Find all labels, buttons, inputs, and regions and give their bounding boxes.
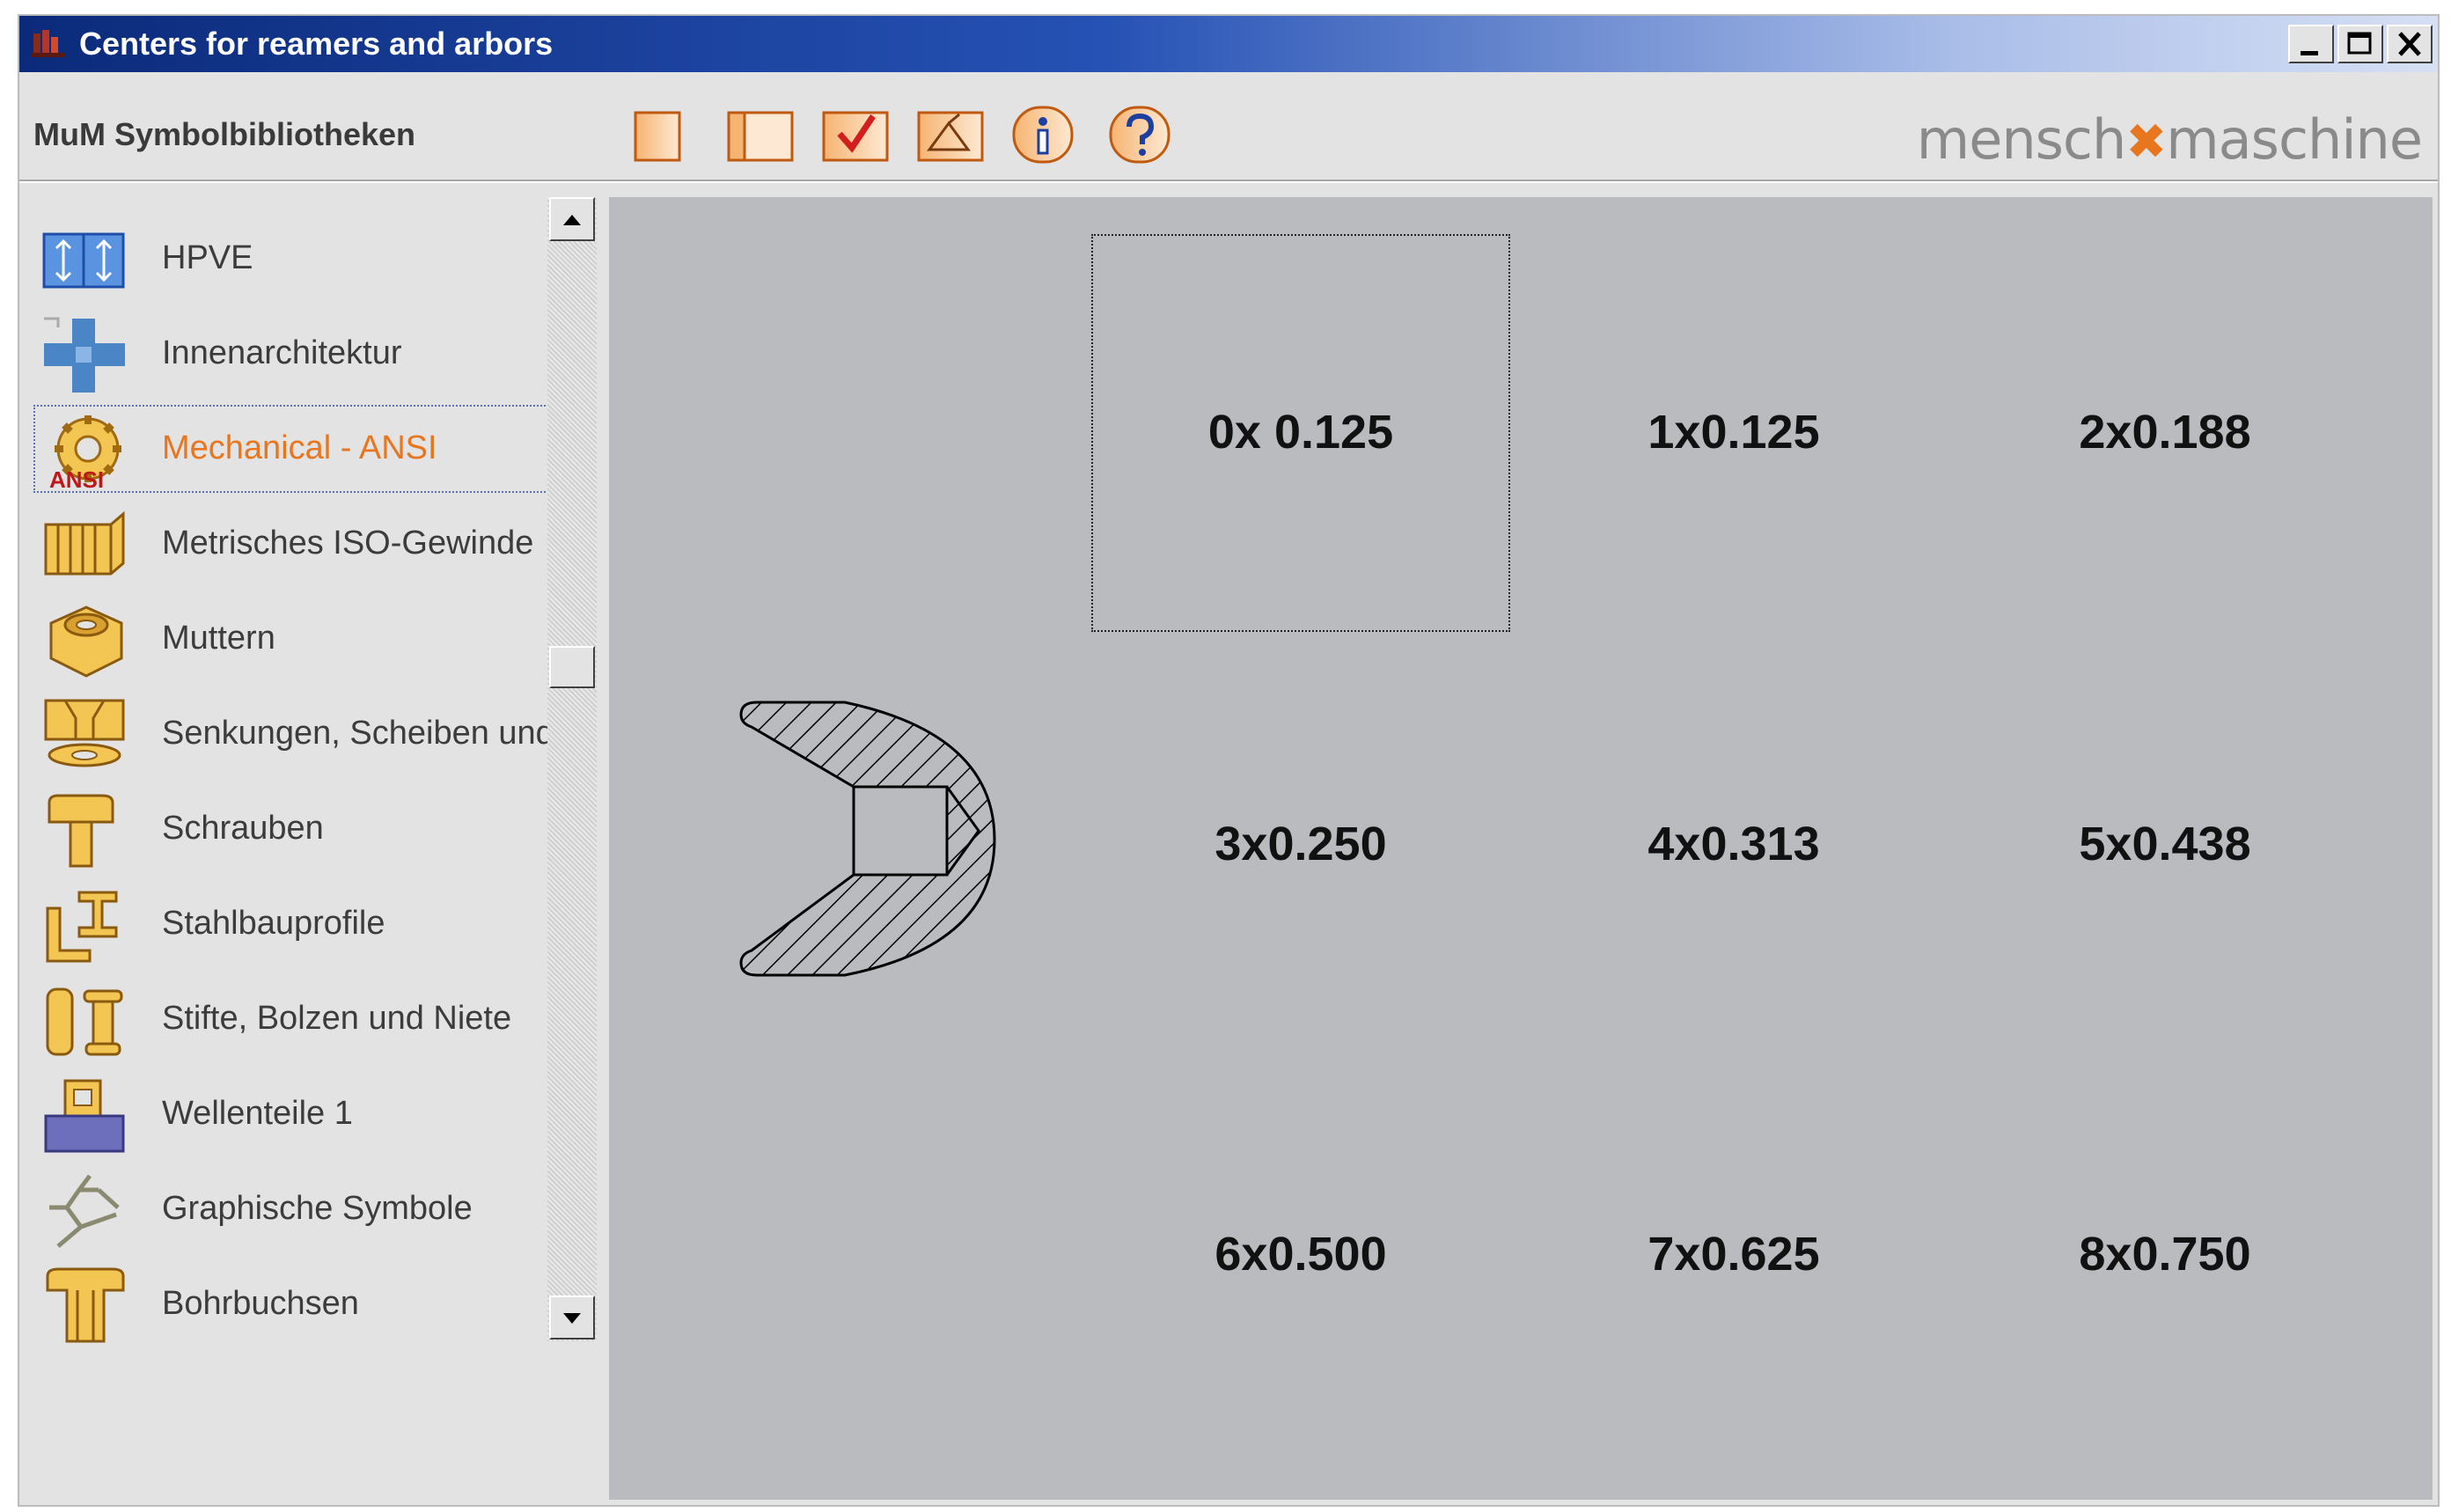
graphic-symbols-icon (49, 1174, 120, 1248)
minimize-icon (2301, 51, 2318, 55)
cell-6[interactable]: 6x0.500 (1214, 1227, 1386, 1281)
nut-icon (49, 606, 123, 678)
brand-right: maschine (2166, 107, 2423, 172)
cell-2[interactable]: 2x0.188 (2079, 405, 2250, 459)
sidebar-item-label: Graphische Symbole (162, 1190, 473, 1227)
hpve-icon (42, 232, 125, 289)
minimize-button[interactable] (2288, 25, 2334, 63)
sidebar-item-label: Senkungen, Scheiben und Du (162, 715, 549, 752)
info-icon[interactable] (1010, 104, 1075, 165)
sidebar-item-hpve[interactable]: HPVE (33, 215, 553, 303)
cell-4[interactable]: 4x0.313 (1647, 817, 1819, 871)
sidebar-item-label: Innenarchitektur (162, 334, 402, 371)
maximize-button[interactable] (2337, 25, 2383, 63)
drill-bushing-icon (46, 1267, 125, 1343)
sidebar-item-label: Schrauben (162, 810, 324, 847)
close-button[interactable] (2387, 25, 2433, 63)
sidebar-item-graphische-symbole[interactable]: Graphische Symbole (33, 1165, 553, 1253)
check-icon[interactable] (820, 104, 891, 165)
sidebar-item-label: Bohrbuchsen (162, 1285, 359, 1322)
sidebar-item-label: Stahlbauprofile (162, 905, 385, 942)
cell-7[interactable]: 7x0.625 (1647, 1227, 1819, 1281)
app-icon (32, 30, 65, 57)
sidebar-item-label: Stifte, Bolzen und Niete (162, 1000, 512, 1037)
maximize-icon (2347, 32, 2372, 55)
symbol-library-window: Centers for reamers and arbors MuM Symbo… (18, 14, 2440, 1507)
scroll-down-button[interactable] (549, 1295, 595, 1340)
cell-0[interactable]: 0x 0.125 (1208, 405, 1393, 459)
brand-logo: mensch✖maschine (1916, 107, 2423, 172)
sidebar-item-label: Mechanical - ANSI (162, 429, 437, 466)
sidebar-item-mechanical-ansi[interactable]: ANSI Mechanical - ANSI (33, 405, 553, 493)
scroll-thumb[interactable] (549, 646, 595, 688)
sidebar-item-stifte[interactable]: Stifte, Bolzen und Niete (33, 975, 553, 1063)
two-panel-icon[interactable] (725, 104, 796, 165)
sidebar-item-label: Muttern (162, 620, 275, 657)
toolbar-label: MuM Symbolbibliotheken (33, 116, 416, 152)
single-page-icon[interactable] (630, 104, 686, 165)
sidebar-item-wellenteile[interactable]: Wellenteile 1 (33, 1070, 553, 1158)
sidebar-item-schrauben[interactable]: Schrauben (33, 785, 553, 873)
brand-x-icon: ✖ (2125, 114, 2167, 171)
sidebar-item-stahlbauprofile[interactable]: Stahlbauprofile (33, 880, 553, 968)
arrow-down-icon (563, 1313, 581, 1324)
sidebar-item-label: Wellenteile 1 (162, 1095, 353, 1132)
sidebar-item-bohrbuchsen[interactable]: Bohrbuchsen (33, 1260, 553, 1348)
cell-3[interactable]: 3x0.250 (1214, 817, 1386, 871)
cell-1[interactable]: 1x0.125 (1647, 405, 1819, 459)
iso-thread-icon (44, 510, 125, 576)
sidebar-item-muttern[interactable]: Muttern (33, 595, 553, 683)
sidebar-item-innenarchitektur[interactable]: Innenarchitektur (33, 310, 553, 398)
sidebar-item-label: Metrisches ISO-Gewinde (162, 525, 534, 561)
center-hole-section-icon (739, 701, 996, 977)
interior-architecture-icon (44, 317, 125, 393)
close-icon (2398, 32, 2421, 56)
scroll-up-button[interactable] (549, 197, 595, 241)
symbol-grid: 0x 0.125 1x0.125 2x0.188 3x0.250 4x0.313… (609, 197, 2433, 1500)
cell-8[interactable]: 8x0.750 (2079, 1227, 2250, 1281)
toolbar-divider (19, 180, 2438, 183)
pin-bolt-rivet-icon (46, 987, 123, 1056)
ansi-badge: ANSI (49, 466, 104, 489)
window-title: Centers for reamers and arbors (79, 26, 554, 62)
arrow-up-icon (563, 215, 581, 225)
mechanical-ansi-icon: ANSI (49, 415, 121, 489)
screw-icon (48, 794, 114, 868)
toolbar: MuM Symbolbibliotheken mensch✖maschine (19, 72, 2438, 195)
cell-5[interactable]: 5x0.438 (2079, 817, 2250, 871)
steel-profile-icon (46, 891, 118, 963)
library-scrollbar[interactable] (547, 197, 597, 1341)
shaft-part-icon (44, 1079, 125, 1153)
title-bar[interactable]: Centers for reamers and arbors (19, 16, 2438, 72)
countersink-washer-icon (44, 699, 125, 767)
insert-icon[interactable] (915, 104, 986, 165)
sidebar-item-label: HPVE (162, 239, 253, 276)
brand-left: mensch (1916, 107, 2127, 172)
help-icon[interactable] (1107, 104, 1172, 165)
sidebar-item-metrisches-iso-gewinde[interactable]: Metrisches ISO-Gewinde (33, 500, 553, 588)
sidebar-item-senkungen[interactable]: Senkungen, Scheiben und Du (33, 690, 553, 778)
library-list: HPVE Innenarchitektur ANSI Mechanical - … (33, 197, 572, 1500)
